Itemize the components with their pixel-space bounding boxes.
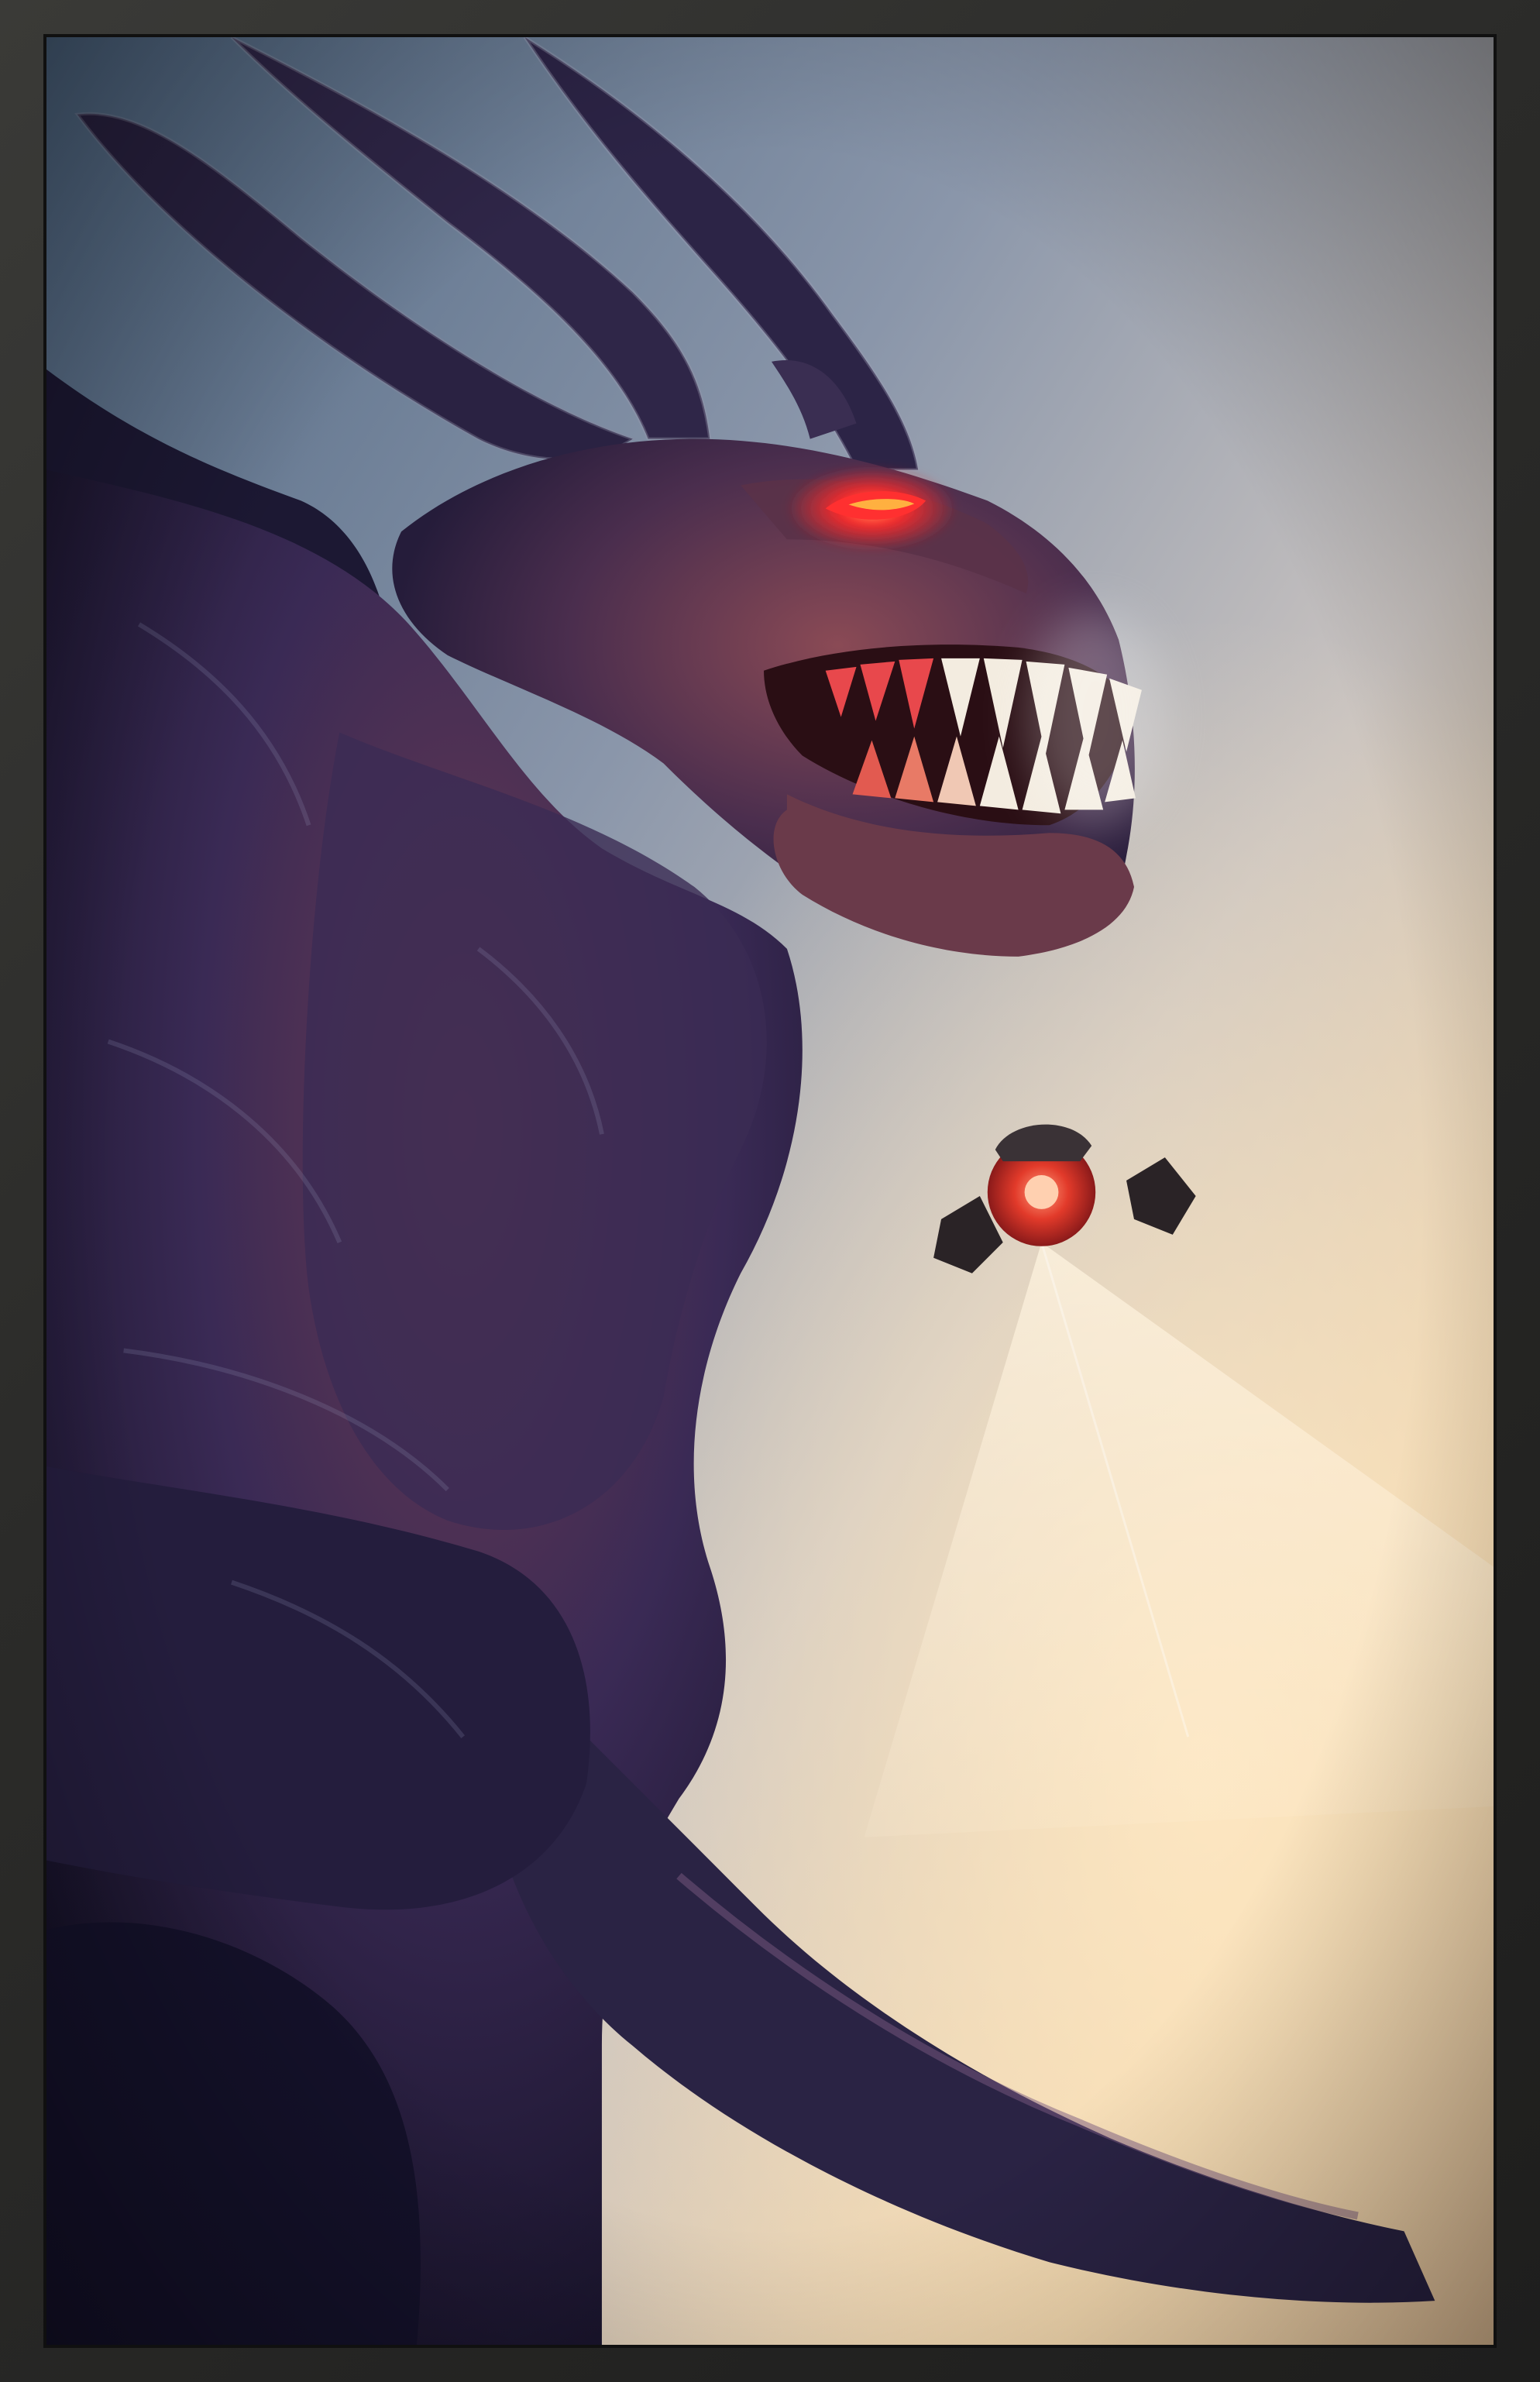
picture-frame — [0, 0, 1540, 2382]
artwork — [43, 34, 1497, 2348]
scene — [46, 37, 1494, 2345]
vignette — [46, 37, 1494, 2345]
